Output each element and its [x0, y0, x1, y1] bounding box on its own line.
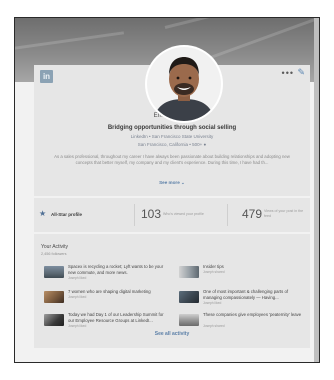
profile-location[interactable]: San Francisco, California • 500+ ● [34, 142, 310, 147]
all-star-badge[interactable]: All-Star profile [51, 212, 82, 217]
activity-item-type: Joseph liked [203, 301, 222, 305]
activity-item-type: Joseph shared [203, 270, 225, 274]
activity-item-type: Joseph liked [68, 276, 87, 280]
activity-item[interactable]: These companies give employees 'peaterni… [179, 312, 304, 332]
profile-summary: As a sales professional, throughout my c… [54, 154, 290, 165]
article-thumbnail [44, 291, 64, 303]
activity-item-title: Today we had Day 1 of our Leadership Sum… [68, 312, 164, 323]
activity-followers[interactable]: 2,456 followers [41, 252, 67, 256]
page-edge-shadow [314, 18, 319, 362]
article-thumbnail [179, 291, 199, 303]
star-icon: ★ [39, 209, 47, 218]
activity-item[interactable]: Today we had Day 1 of our Leadership Sum… [44, 312, 169, 332]
see-more-link[interactable]: See more ⌄ [34, 180, 310, 186]
activity-item-title: Insider tips [203, 264, 224, 269]
activity-item-title: Spacex is recycling a rocket; Lyft wants… [68, 264, 164, 275]
profile-views-count[interactable]: 103 [141, 207, 161, 221]
activity-item-title: 7 women who are shaping digital marketin… [68, 289, 151, 294]
activity-item[interactable]: One of most important & challenging part… [179, 289, 304, 309]
profile-headline: Bridging opportunities through social se… [107, 125, 237, 131]
article-thumbnail [44, 266, 64, 278]
article-thumbnail [179, 266, 199, 278]
stats-divider [227, 204, 228, 226]
linkedin-logo-icon: in [40, 70, 53, 83]
profile-education[interactable]: LinkedIn • San Francisco State Universit… [34, 134, 310, 139]
activity-item[interactable]: Spacex is recycling a rocket; Lyft wants… [44, 264, 169, 284]
profile-avatar[interactable] [147, 47, 221, 121]
post-views-count[interactable]: 479 [242, 207, 262, 221]
activity-item-title: One of most important & challenging part… [203, 289, 289, 300]
avatar-photo [147, 47, 221, 121]
activity-item-type: Joseph liked [68, 324, 87, 328]
see-all-activity-link[interactable]: See all activity [34, 331, 310, 337]
article-thumbnail [179, 314, 199, 326]
activity-item[interactable]: Insider tips Joseph shared [179, 264, 304, 284]
activity-card: Your Activity 2,456 followers Spacex is … [34, 234, 310, 348]
activity-item-type: Joseph shared [203, 324, 225, 328]
post-views-label: Views of your post in the feed [264, 209, 304, 218]
profile-views-label: Who's viewed your profile [163, 212, 204, 216]
stats-card: ★ All-Star profile 103 Who's viewed your… [34, 198, 310, 232]
activity-item-type: Joseph liked [68, 295, 87, 299]
edit-icon[interactable]: ✎ [297, 67, 305, 78]
activity-item[interactable]: 7 women who are shaping digital marketin… [44, 289, 169, 309]
stats-divider [134, 204, 135, 226]
article-thumbnail [44, 314, 64, 326]
screenshot-frame: in ••• ✎ Emily Monroe Bridging opportuni… [14, 17, 320, 363]
activity-item-title: These companies give employees 'peaterni… [203, 312, 302, 317]
activity-title: Your Activity [41, 244, 69, 250]
more-icon[interactable]: ••• [282, 68, 294, 78]
